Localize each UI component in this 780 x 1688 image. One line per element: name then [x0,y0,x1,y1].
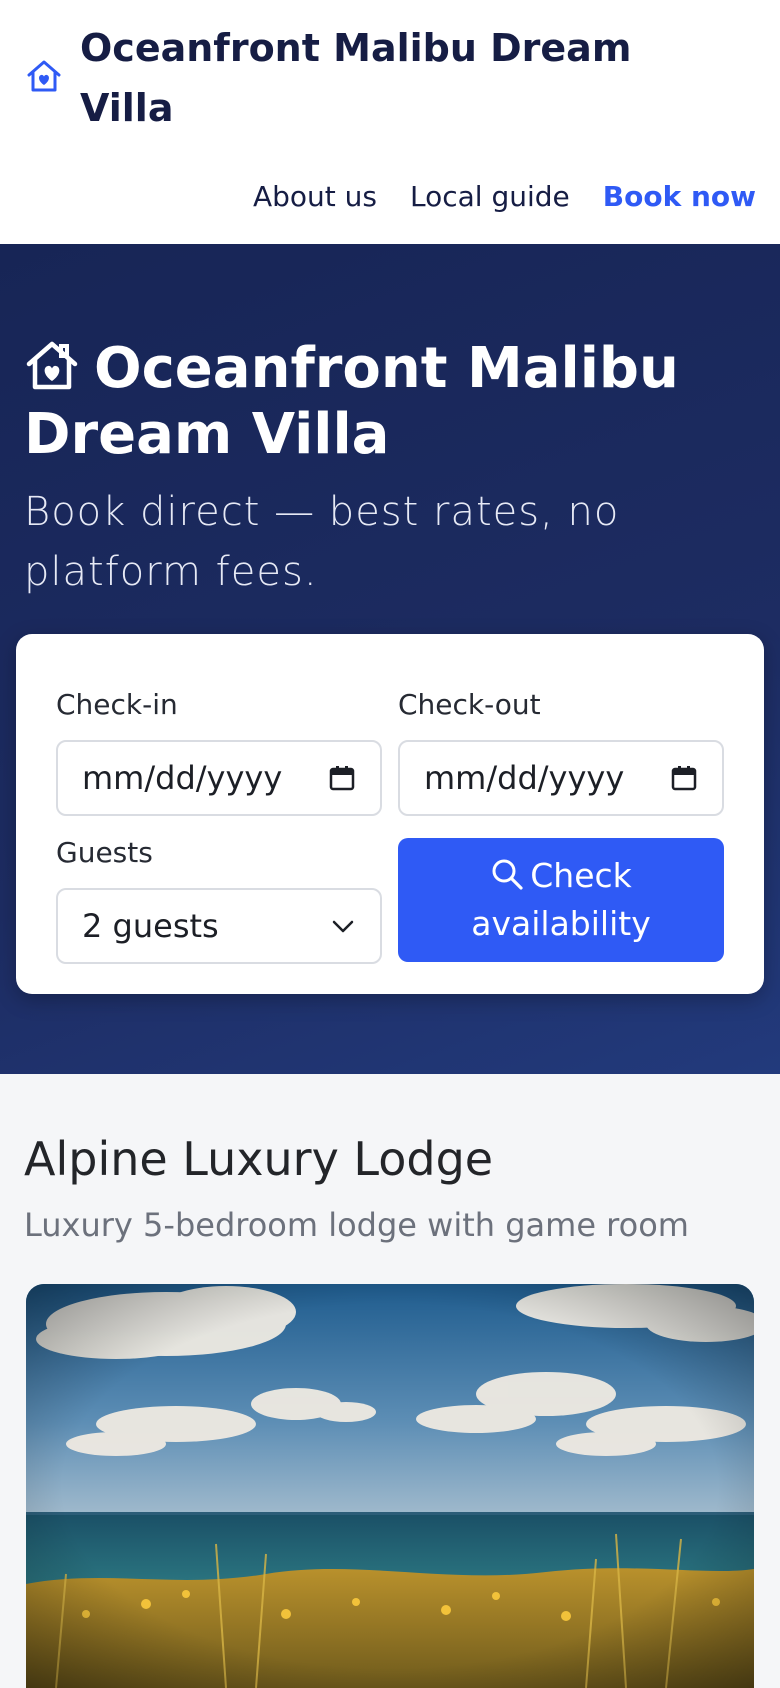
checkout-input[interactable]: mm/dd/yyyy [398,740,724,816]
guests-select[interactable]: 2 guests [56,888,382,964]
chevron-down-icon [332,920,354,933]
guests-label: Guests [56,836,153,869]
brand[interactable]: Oceanfront Malibu Dream Villa [24,18,720,138]
listing-photo[interactable] [26,1284,754,1688]
nav-local-guide[interactable]: Local guide [410,180,570,213]
brand-title: Oceanfront Malibu Dream Villa [80,26,632,130]
calendar-icon[interactable] [670,764,698,792]
checkin-label: Check-in [56,688,178,721]
checkout-label: Check-out [398,688,541,721]
booking-form: Check-in mm/dd/yyyy Check-out mm/dd/yyyy… [16,634,764,994]
site-header: Oceanfront Malibu Dream Villa About us L… [0,0,780,244]
listing-title: Alpine Luxury Lodge [24,1132,494,1186]
search-icon [492,859,523,890]
checkout-placeholder: mm/dd/yyyy [424,759,625,797]
check-availability-button[interactable]: Check availability [398,838,724,962]
guests-selected: 2 guests [82,907,219,945]
checkin-placeholder: mm/dd/yyyy [82,759,283,797]
calendar-icon[interactable] [328,764,356,792]
ocean-meadow-photo [26,1284,754,1688]
house-heart-icon [26,341,78,390]
hero: Oceanfront Malibu Dream Villa Book direc… [0,244,780,1074]
hero-title: Oceanfront Malibu Dream Villa [24,336,754,468]
main-nav: About us Local guide Book now [253,180,756,213]
listing-subtitle: Luxury 5-bedroom lodge with game room [24,1206,689,1244]
hero-subtitle: Book direct — best rates, no platform fe… [24,489,620,595]
hero-title-text: Oceanfront Malibu Dream Villa [24,336,679,467]
house-heart-icon [27,60,61,92]
checkin-input[interactable]: mm/dd/yyyy [56,740,382,816]
nav-about-us[interactable]: About us [253,180,377,213]
nav-book-now[interactable]: Book now [603,180,756,213]
